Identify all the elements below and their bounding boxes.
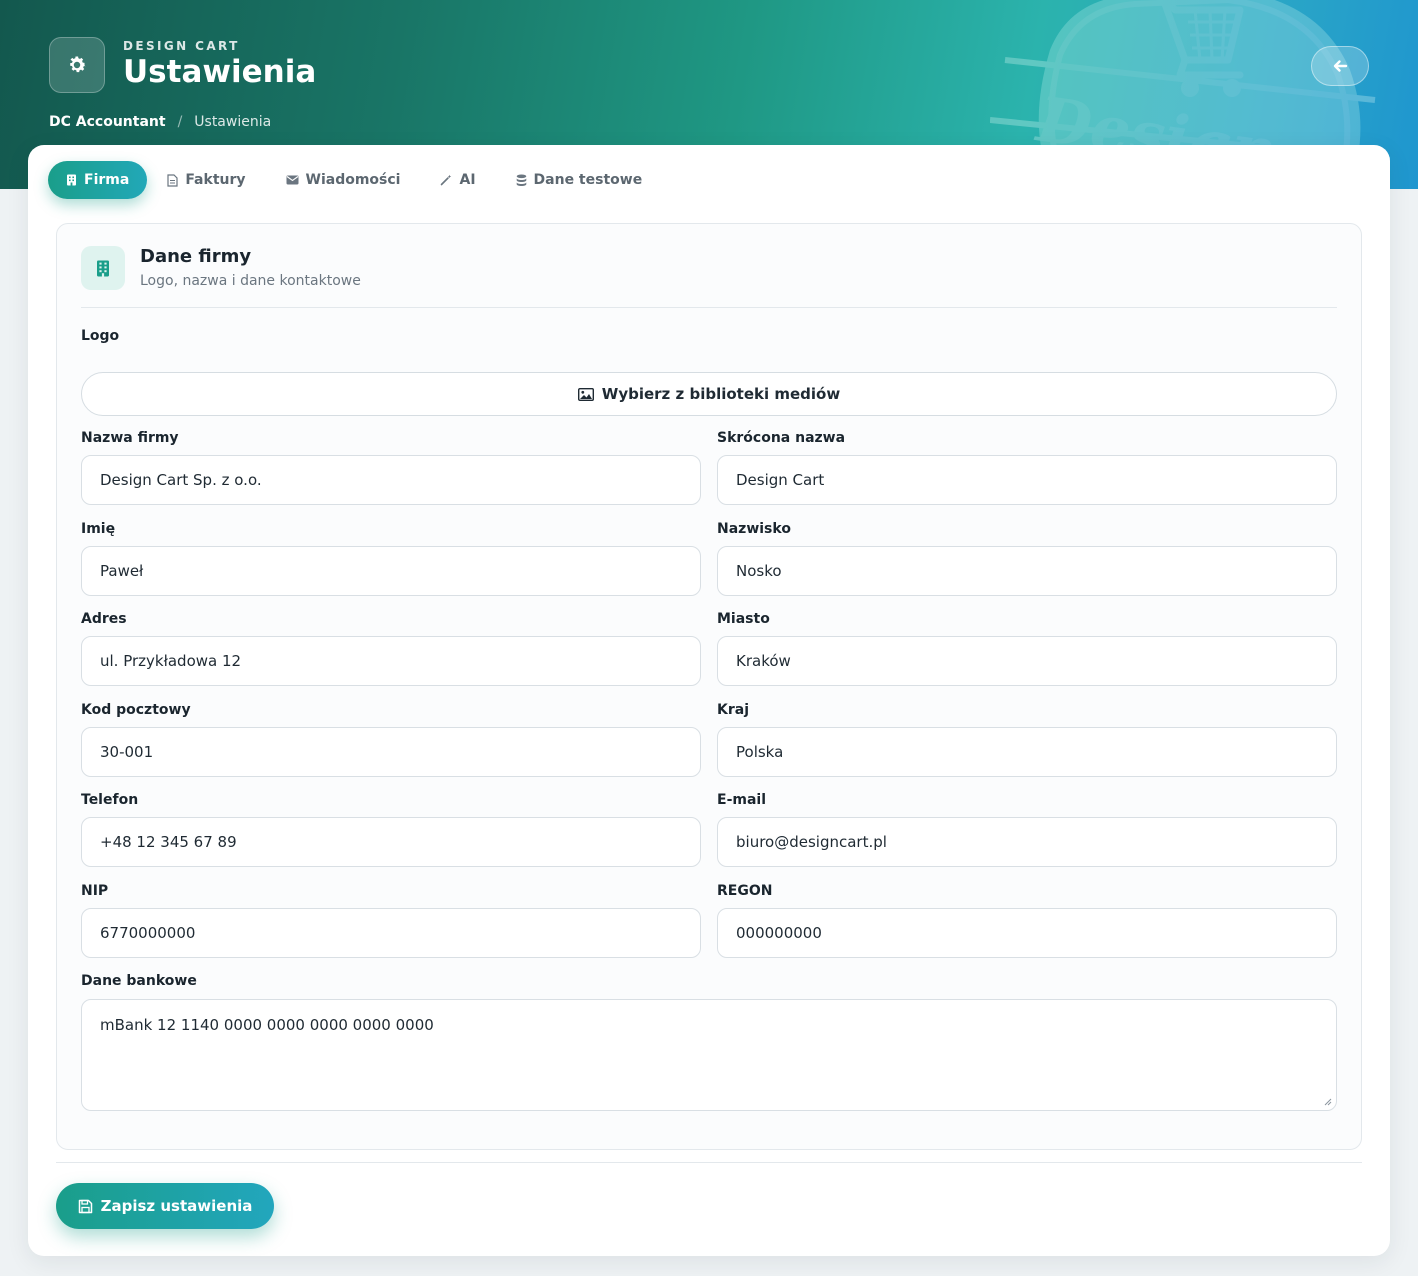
magic-wand-icon	[441, 174, 452, 186]
postal-code-input[interactable]: 30-001	[81, 727, 701, 777]
section-subtitle: Logo, nazwa i dane kontaktowe	[140, 273, 361, 289]
regon-label: REGON	[717, 883, 773, 899]
logo-label: Logo	[81, 328, 120, 344]
tab-label: Dane testowe	[533, 172, 643, 188]
media-button-label: Wybierz z biblioteki mediów	[601, 385, 841, 403]
image-icon	[577, 387, 594, 401]
short-name-label: Skrócona nazwa	[717, 430, 846, 446]
bank-details-value: mBank 12 1140 0000 0000 0000 0000 0000	[100, 1016, 434, 1034]
save-settings-button[interactable]: Zapisz ustawienia	[56, 1183, 274, 1229]
bank-details-textarea[interactable]: mBank 12 1140 0000 0000 0000 0000 0000	[81, 999, 1337, 1111]
address-label: Adres	[81, 611, 127, 627]
breadcrumb: DC Accountant / Ustawienia	[49, 114, 271, 130]
settings-tabs: Firma Faktury Wiadomości AI Dane testowe	[48, 161, 662, 199]
gear-icon	[70, 56, 86, 73]
page-title: Ustawienia	[123, 54, 317, 90]
tab-label: Wiadomości	[305, 172, 401, 188]
phone-input[interactable]: +48 12 345 67 89	[81, 817, 701, 867]
floppy-disk-icon	[78, 1199, 92, 1213]
city-label: Miasto	[717, 611, 770, 627]
envelope-icon	[286, 175, 299, 185]
tab-label: Firma	[84, 172, 130, 188]
resize-handle-icon[interactable]	[1324, 1098, 1332, 1106]
email-input[interactable]: biuro@designcart.pl	[717, 817, 1337, 867]
last-name-input[interactable]: Nosko	[717, 546, 1337, 596]
settings-badge	[49, 37, 105, 93]
section-icon-badge	[81, 246, 125, 290]
save-button-label: Zapisz ustawienia	[100, 1197, 253, 1215]
nip-label: NIP	[81, 883, 109, 899]
tab-firma[interactable]: Firma	[48, 161, 148, 199]
breadcrumb-separator: /	[177, 114, 183, 130]
database-icon	[516, 174, 526, 186]
app-kicker: DESIGN CART	[123, 39, 240, 53]
bank-details-label: Dane bankowe	[81, 973, 197, 989]
breadcrumb-current: Ustawienia	[194, 114, 272, 130]
city-input[interactable]: Kraków	[717, 636, 1337, 686]
country-input[interactable]: Polska	[717, 727, 1337, 777]
last-name-label: Nazwisko	[717, 521, 791, 537]
section-divider	[81, 307, 1337, 308]
tab-label: AI	[459, 172, 476, 188]
address-input[interactable]: ul. Przykładowa 12	[81, 636, 701, 686]
email-label: E-mail	[717, 792, 767, 808]
first-name-label: Imię	[81, 521, 116, 537]
section-title: Dane firmy	[140, 246, 252, 267]
breadcrumb-root-link[interactable]: DC Accountant	[49, 114, 166, 130]
building-icon	[97, 260, 109, 276]
settings-card: Firma Faktury Wiadomości AI Dane testowe…	[28, 145, 1390, 1256]
country-label: Kraj	[717, 702, 749, 718]
nip-input[interactable]: 6770000000	[81, 908, 701, 958]
building-icon	[67, 174, 76, 186]
tab-ai[interactable]: AI	[420, 161, 495, 199]
tab-dane-testowe[interactable]: Dane testowe	[496, 161, 663, 199]
tab-label: Faktury	[185, 172, 246, 188]
tab-wiadomosci[interactable]: Wiadomości	[266, 161, 421, 199]
first-name-input[interactable]: Paweł	[81, 546, 701, 596]
choose-from-media-library-button[interactable]: Wybierz z biblioteki mediów	[81, 372, 1337, 416]
regon-input[interactable]: 000000000	[717, 908, 1337, 958]
postal-code-label: Kod pocztowy	[81, 702, 191, 718]
company-name-input[interactable]: Design Cart Sp. z o.o.	[81, 455, 701, 505]
tab-faktury[interactable]: Faktury	[147, 161, 265, 199]
document-icon	[167, 173, 178, 187]
footer-divider	[56, 1162, 1362, 1163]
company-section: Dane firmy Logo, nazwa i dane kontaktowe…	[56, 223, 1362, 1150]
short-name-input[interactable]: Design Cart	[717, 455, 1337, 505]
company-name-label: Nazwa firmy	[81, 430, 179, 446]
back-button[interactable]	[1311, 46, 1369, 86]
phone-label: Telefon	[81, 792, 139, 808]
arrow-left-icon	[1333, 60, 1348, 72]
